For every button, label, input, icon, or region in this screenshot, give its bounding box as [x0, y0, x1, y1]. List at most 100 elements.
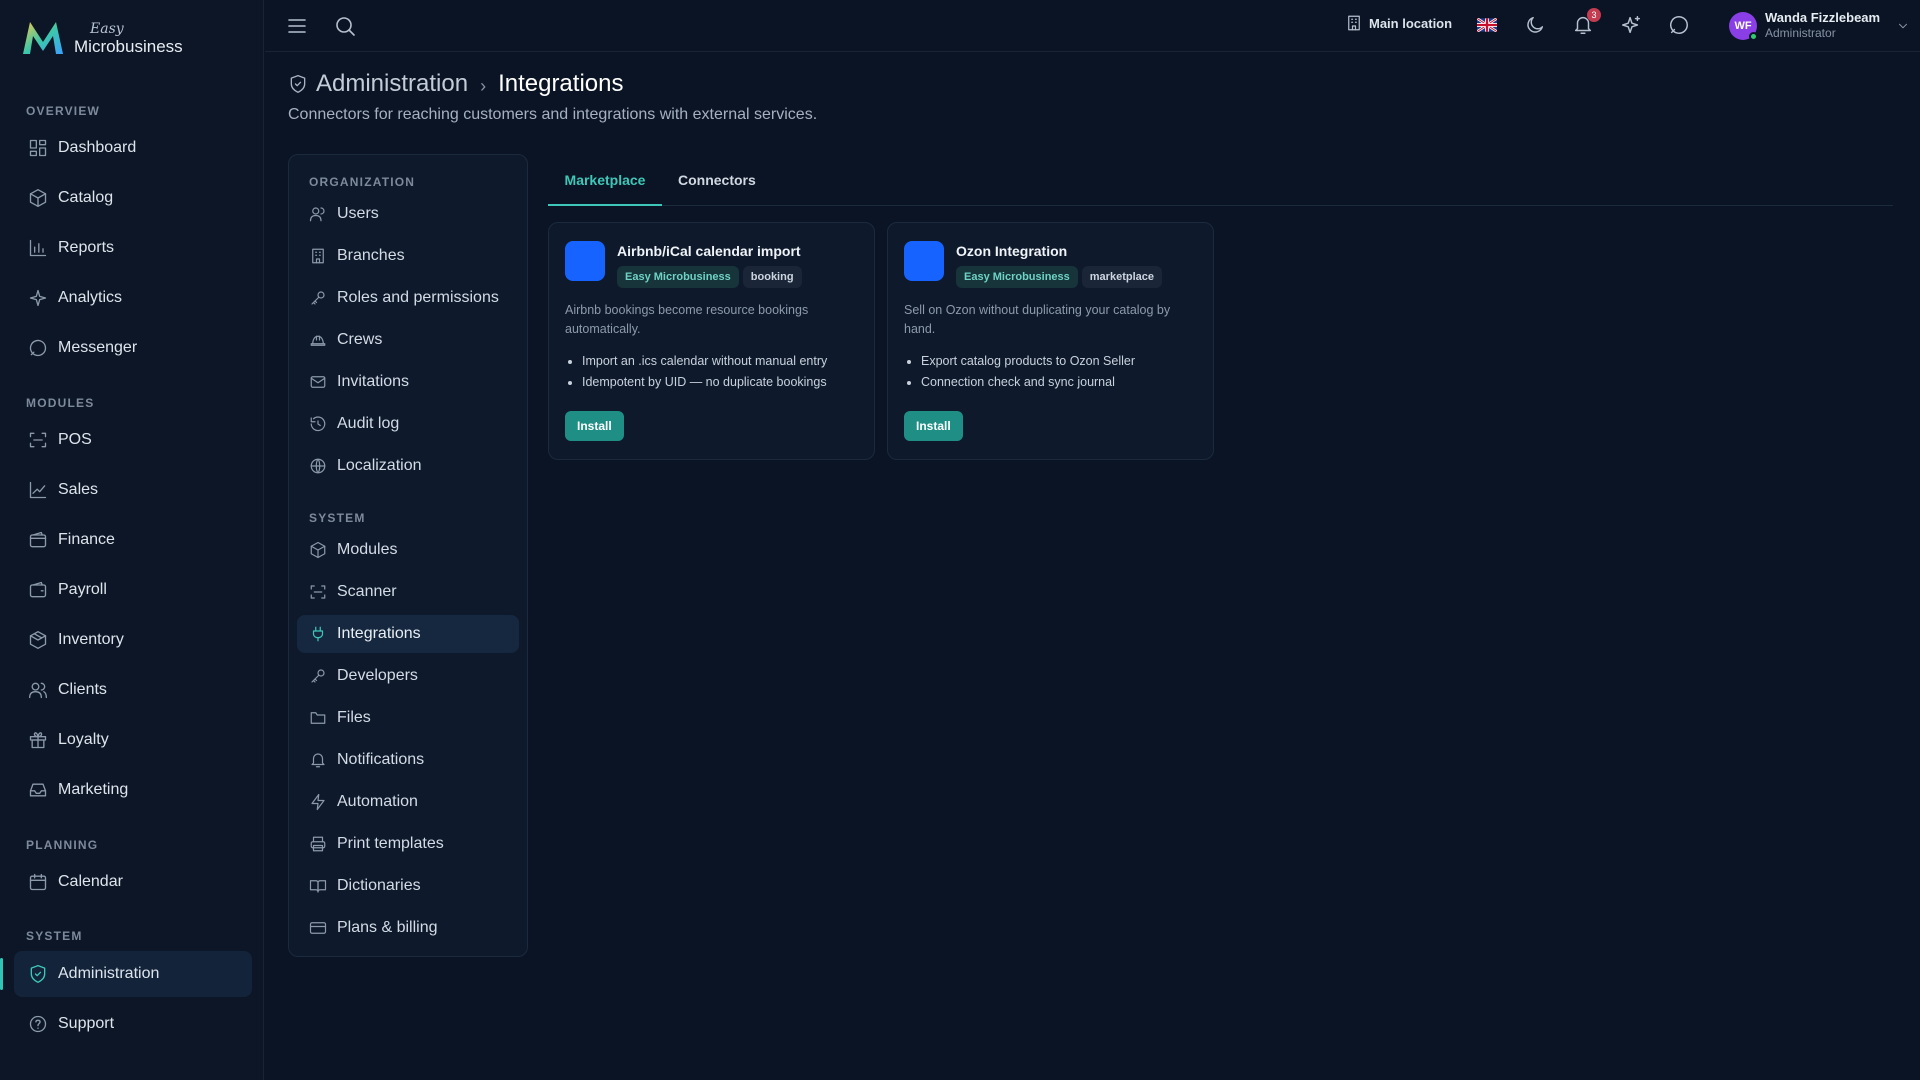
tabs: Marketplace Connectors	[548, 162, 1893, 206]
sidebar-item-label: Finance	[58, 531, 115, 548]
sidebar: Easy Microbusiness OVERVIEW Dashboard Ca…	[0, 0, 264, 1080]
subnav-item-dictionaries[interactable]: Dictionaries	[297, 867, 519, 905]
sidebar-item-reports[interactable]: Reports	[14, 225, 252, 271]
sidebar-item-dashboard[interactable]: Dashboard	[14, 125, 252, 171]
subnav-item-roles[interactable]: Roles and permissions	[297, 279, 519, 317]
subnav-item-modules[interactable]: Modules	[297, 531, 519, 569]
sidebar-item-label: Messenger	[58, 339, 138, 356]
sidebar-item-label: Reports	[58, 239, 115, 256]
sidebar-item-sales[interactable]: Sales	[14, 467, 252, 513]
sidebar-item-calendar[interactable]: Calendar	[14, 859, 252, 905]
active-indicator	[0, 958, 3, 990]
plug-icon	[312, 626, 324, 642]
sidebar-item-finance[interactable]: Finance	[14, 517, 252, 563]
chat-button[interactable]	[1668, 14, 1692, 38]
book-icon	[309, 880, 327, 893]
ai-assistant-button[interactable]	[1620, 14, 1644, 38]
sidebar-item-support[interactable]: Support	[14, 1001, 252, 1047]
subnav-item-files[interactable]: Files	[297, 699, 519, 737]
sparkles-icon	[1622, 16, 1640, 34]
brand-logo[interactable]: Easy Microbusiness	[20, 18, 183, 58]
hard-hat-icon	[310, 335, 326, 346]
search-button[interactable]	[333, 14, 357, 38]
subnav-item-label: Crews	[337, 331, 383, 348]
subnav-item-label: Print templates	[337, 835, 444, 852]
tag-badge: booking	[742, 266, 802, 288]
card-description: Airbnb bookings become resource bookings…	[565, 303, 809, 336]
users-icon	[29, 682, 47, 699]
subnav-item-label: Localization	[337, 457, 422, 474]
subnav-section-organization: ORGANIZATION	[309, 175, 416, 189]
search-icon	[336, 17, 355, 36]
help-circle-icon	[29, 1015, 47, 1033]
subnav-item-invitations[interactable]: Invitations	[297, 363, 519, 401]
users-icon	[309, 207, 325, 222]
subnav-item-print-templates[interactable]: Print templates	[297, 825, 519, 863]
subnav-item-label: Roles and permissions	[337, 289, 499, 306]
subnav-item-notifications[interactable]: Notifications	[297, 741, 519, 779]
menu-button[interactable]	[285, 14, 309, 38]
feature-item: Idempotent by UID — no duplicate booking…	[582, 372, 862, 393]
sidebar-item-catalog[interactable]: Catalog	[14, 175, 252, 221]
subnav-item-label: Automation	[337, 793, 418, 810]
sidebar-item-label: Marketing	[58, 781, 129, 798]
sidebar-item-analytics[interactable]: Analytics	[14, 275, 252, 321]
logo-icon	[23, 22, 63, 54]
tab-marketplace[interactable]: Marketplace	[548, 162, 662, 206]
sidebar-item-inventory[interactable]: Inventory	[14, 617, 252, 663]
location-selector[interactable]: Main location	[1345, 14, 1452, 32]
sidebar-item-administration[interactable]: Administration	[14, 951, 252, 997]
tab-connectors[interactable]: Connectors	[678, 162, 778, 206]
subnav-item-label: Developers	[337, 667, 418, 684]
building-icon	[1348, 15, 1360, 31]
subnav-item-automation[interactable]: Automation	[297, 783, 519, 821]
subnav-item-developers[interactable]: Developers	[297, 657, 519, 695]
subnav-item-plans-billing[interactable]: Plans & billing	[297, 909, 519, 947]
subnav-item-audit-log[interactable]: Audit log	[297, 405, 519, 443]
subnav-item-branches[interactable]: Branches	[297, 237, 519, 275]
subnav-item-localization[interactable]: Localization	[297, 447, 519, 485]
tag-badge: marketplace	[1081, 266, 1162, 288]
uk-flag-icon[interactable]	[1477, 18, 1497, 32]
mail-icon	[310, 376, 326, 388]
subnav-item-users[interactable]: Users	[297, 195, 519, 233]
tag-badge: Easy Microbusiness	[617, 266, 739, 288]
sidebar-item-messenger[interactable]: Messenger	[14, 325, 252, 371]
user-role: Administrator	[1765, 26, 1836, 40]
subnav-item-label: Users	[337, 205, 379, 222]
zap-icon	[311, 793, 325, 811]
dashboard-icon	[29, 139, 47, 157]
feature-item: Connection check and sync journal	[921, 372, 1201, 393]
subnav-item-label: Scanner	[337, 583, 397, 600]
integration-card-airbnb: Airbnb/iCal calendar import Easy Microbu…	[548, 222, 875, 460]
gift-icon	[29, 732, 47, 749]
feature-list: Export catalog products to Ozon Seller C…	[921, 351, 1201, 393]
install-button[interactable]: Install	[565, 411, 624, 441]
user-menu[interactable]: WF Wanda Fizzlebeam Administrator	[1729, 10, 1910, 41]
message-icon	[29, 339, 47, 357]
sidebar-item-payroll[interactable]: Payroll	[14, 567, 252, 613]
sidebar-section-modules: MODULES	[26, 396, 95, 410]
install-button[interactable]: Install	[904, 411, 963, 441]
wallet-icon	[29, 581, 47, 598]
sidebar-item-clients[interactable]: Clients	[14, 667, 252, 713]
subnav-item-label: Audit log	[337, 415, 400, 432]
sidebar-item-label: Payroll	[58, 581, 107, 598]
subnav-item-label: Invitations	[337, 373, 410, 390]
user-name: Wanda Fizzlebeam	[1765, 10, 1881, 25]
subnav-item-integrations[interactable]: Integrations	[297, 615, 519, 653]
message-icon	[1670, 16, 1688, 34]
sidebar-item-pos[interactable]: POS	[14, 417, 252, 463]
sidebar-item-label: Dashboard	[58, 139, 137, 156]
sidebar-item-marketing[interactable]: Marketing	[14, 767, 252, 813]
theme-toggle-button[interactable]	[1524, 14, 1548, 38]
brand-bottom-text: Microbusiness	[74, 36, 183, 56]
moon-icon	[1527, 16, 1544, 33]
sidebar-item-label: Clients	[58, 681, 107, 698]
wallet-icon	[29, 531, 47, 548]
sidebar-item-loyalty[interactable]: Loyalty	[14, 717, 252, 763]
subnav-section-system: SYSTEM	[309, 511, 366, 525]
subnav-item-scanner[interactable]: Scanner	[297, 573, 519, 611]
subnav-item-crews[interactable]: Crews	[297, 321, 519, 359]
breadcrumb-parent-link[interactable]: Administration	[316, 70, 468, 98]
